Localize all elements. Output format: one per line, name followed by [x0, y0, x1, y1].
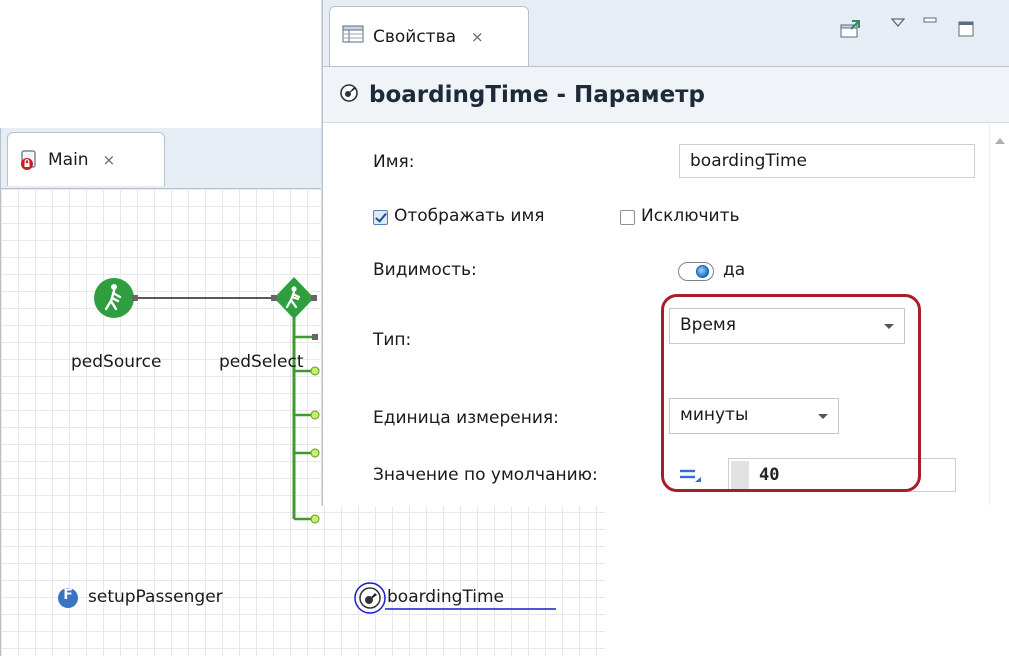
parameter-icon [339, 83, 359, 107]
toggle-knob [696, 265, 709, 278]
unit-select[interactable]: минуты [669, 398, 839, 434]
port-circle [310, 366, 320, 376]
default-value-text: 40 [759, 465, 780, 485]
pedestrian-source-icon [94, 278, 138, 318]
port-circle [310, 448, 320, 458]
port-circle [310, 514, 320, 524]
chevron-down-icon [808, 399, 838, 433]
properties-view-icon [342, 25, 364, 48]
parameter-icon [354, 582, 386, 614]
close-icon[interactable]: ⨯ [471, 28, 484, 46]
properties-panel: Свойства ⨯ boardingTime - Параметр Имя: … [322, 0, 1009, 506]
visibility-toggle[interactable] [678, 262, 714, 281]
block-label-pedselect[interactable]: pedSelect [219, 352, 304, 372]
minimize-icon[interactable] [917, 8, 943, 34]
properties-tab-bar: Свойства ⨯ [323, 0, 1009, 67]
vertical-scrollbar[interactable] [989, 124, 1009, 506]
tab-properties-label: Свойства [373, 26, 457, 47]
default-value-input[interactable]: 40 [728, 458, 956, 492]
static-value-icon[interactable] [677, 465, 703, 487]
block-label-pedsource[interactable]: pedSource [71, 352, 161, 372]
show-name-checkbox[interactable] [373, 210, 388, 225]
port-square [312, 334, 318, 340]
tab-properties[interactable]: Свойства ⨯ [329, 6, 529, 66]
properties-header: boardingTime - Параметр [323, 67, 1009, 123]
exclude-label[interactable]: Исключить [641, 206, 740, 226]
type-select-value: Время [680, 315, 736, 335]
default-value-label: Значение по умолчанию: [373, 465, 598, 485]
pedestrian-select-icon [271, 277, 317, 319]
chevron-down-icon [874, 309, 904, 343]
properties-form: Имя: boardingTime Отображать имя Исключи… [323, 124, 1009, 506]
visibility-label: Видимость: [373, 260, 477, 280]
tab-main[interactable]: Main ⨯ [7, 132, 165, 186]
new-window-icon[interactable] [837, 16, 863, 42]
unit-select-value: минуты [680, 405, 749, 425]
tab-main-label: Main [48, 149, 89, 170]
name-label: Имя: [373, 152, 415, 172]
function-label-setuppassenger[interactable]: setupPassenger [88, 587, 223, 607]
show-name-label[interactable]: Отображать имя [394, 206, 545, 226]
close-icon[interactable]: ⨯ [103, 151, 116, 169]
agent-type-icon [18, 149, 40, 171]
visibility-value: да [723, 260, 746, 280]
view-menu-icon[interactable] [885, 10, 911, 36]
properties-title: boardingTime - Параметр [369, 81, 705, 108]
editor-gutter [731, 461, 749, 489]
scroll-up-arrow-icon[interactable] [995, 138, 1005, 144]
port-circle [310, 410, 320, 420]
type-label: Тип: [373, 330, 412, 350]
name-input[interactable]: boardingTime [679, 144, 975, 178]
maximize-icon[interactable] [953, 16, 979, 42]
type-select[interactable]: Время [669, 308, 905, 344]
exclude-checkbox[interactable] [620, 210, 635, 225]
function-badge-letter: F [63, 587, 73, 603]
unit-label: Единица измерения: [373, 408, 559, 428]
parameter-label-boardingtime[interactable]: boardingTime [387, 587, 504, 607]
